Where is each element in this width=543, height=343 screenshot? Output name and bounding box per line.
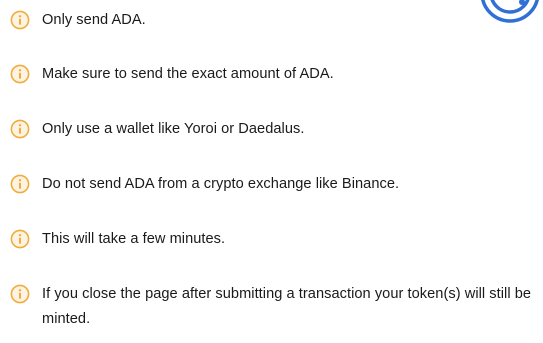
notice-item: Do not send ADA from a crypto exchange l… (10, 174, 539, 197)
notice-text: Only send ADA. (42, 12, 146, 28)
notice-text: If you close the page after submitting a… (42, 286, 532, 327)
notice-text: Make sure to send the exact amount of AD… (42, 66, 334, 82)
notice-item: If you close the page after submitting a… (10, 284, 539, 332)
notice-text: Only use a wallet like Yoroi or Daedalus… (42, 121, 305, 137)
info-icon (10, 174, 30, 194)
info-icon (10, 10, 30, 30)
info-icon (10, 119, 30, 139)
notice-text: This will take a few minutes. (42, 231, 226, 247)
notice-item: This will take a few minutes. (10, 229, 539, 252)
info-icon (10, 284, 30, 304)
notice-item: Only send ADA. (10, 10, 539, 33)
notice-item: Only use a wallet like Yoroi or Daedalus… (10, 119, 539, 142)
notice-item: Make sure to send the exact amount of AD… (10, 64, 539, 87)
info-icon (10, 64, 30, 84)
notice-text: Do not send ADA from a crypto exchange l… (42, 176, 400, 192)
info-icon (10, 229, 30, 249)
